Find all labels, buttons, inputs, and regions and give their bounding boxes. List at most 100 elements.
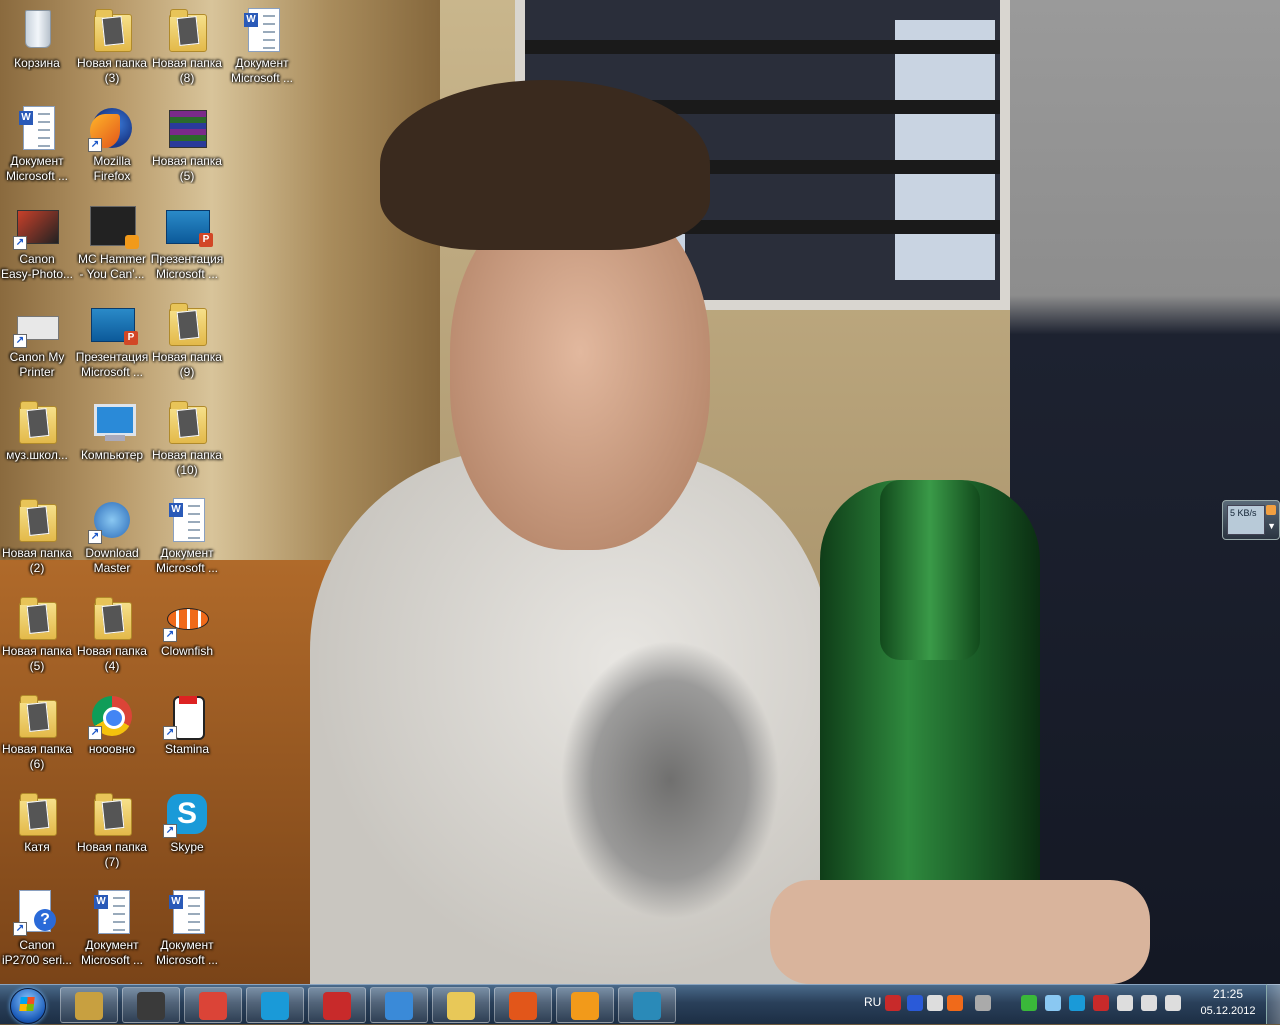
desktop-icon-label: Новая папка (7) bbox=[77, 840, 147, 869]
printer-icon[interactable] bbox=[975, 995, 991, 1011]
usb-icon[interactable] bbox=[927, 995, 943, 1011]
clock-date[interactable]: 05.12.2012 bbox=[1196, 1005, 1260, 1017]
shield-icon[interactable] bbox=[1021, 995, 1037, 1011]
help-document-icon: ↗ bbox=[13, 888, 61, 936]
desktop-icon[interactable]: S ↗ Skype bbox=[150, 784, 224, 880]
language-indicator[interactable]: RU bbox=[864, 995, 881, 1009]
desktop-icon[interactable]: Корзина bbox=[0, 0, 74, 96]
word-document-icon bbox=[163, 888, 211, 936]
display-settings-icon bbox=[137, 992, 165, 1020]
kaspersky-icon[interactable] bbox=[1093, 995, 1109, 1011]
start-button[interactable] bbox=[4, 986, 52, 1024]
computer-icon bbox=[88, 398, 136, 446]
desktop-icon-label: Новая папка (6) bbox=[2, 742, 72, 771]
desktop-icon[interactable]: ↗Canon iP2700 seri... bbox=[0, 882, 74, 978]
taskbar-button-display-settings[interactable] bbox=[122, 987, 180, 1023]
desktop-icon[interactable]: MC Hammer - You Can'... bbox=[75, 196, 149, 292]
show-desktop-button[interactable] bbox=[1266, 984, 1280, 1024]
desktop-icon-label: MC Hammer - You Can'... bbox=[78, 252, 146, 281]
desktop-icon[interactable]: Документ Microsoft ... bbox=[150, 490, 224, 586]
taskbar-button-chrome[interactable] bbox=[184, 987, 242, 1023]
desktop-icon[interactable]: Новая папка (8) bbox=[150, 0, 224, 96]
taskbar-button-paint[interactable] bbox=[432, 987, 490, 1023]
kaspersky-icon bbox=[323, 992, 351, 1020]
desktop-icon[interactable]: Новая папка (2) bbox=[0, 490, 74, 586]
desktop-icon[interactable]: ↗ Stamina bbox=[150, 686, 224, 782]
desktop-icon-label: Canon iP2700 seri... bbox=[1, 938, 73, 967]
taskbar-button-control-panel[interactable] bbox=[370, 987, 428, 1023]
desktop-icon-label: муз.школ... bbox=[6, 448, 68, 462]
taskbar-button-windows-explorer[interactable] bbox=[60, 987, 118, 1023]
chrome-icon bbox=[199, 992, 227, 1020]
network-meter-gadget[interactable]: 5 KB/s ▼ bbox=[1222, 500, 1280, 540]
skype-icon: S ↗ bbox=[163, 790, 211, 838]
clownfish-icon: ↗ bbox=[163, 594, 211, 642]
folder-icon bbox=[13, 692, 61, 740]
network-speed-label: 5 KB/s bbox=[1230, 508, 1257, 518]
desktop-icon-label: Новая папка (4) bbox=[77, 644, 147, 673]
desktop-icon[interactable]: муз.школ... bbox=[0, 392, 74, 488]
folder-icon bbox=[163, 300, 211, 348]
clownfish-icon[interactable] bbox=[947, 995, 963, 1011]
desktop-icon[interactable]: ↗ Canon Easy-Photo... bbox=[0, 196, 74, 292]
desktop-icon[interactable]: Новая папка (9) bbox=[150, 294, 224, 390]
desktop-icon[interactable]: Катя bbox=[0, 784, 74, 880]
desktop-icon[interactable]: Новая папка (5) bbox=[150, 98, 224, 194]
desktop-icon[interactable]: Новая папка (10) bbox=[150, 392, 224, 488]
desktop-icon[interactable]: Презентация Microsoft ... bbox=[150, 196, 224, 292]
taskbar-button-camera-app[interactable] bbox=[618, 987, 676, 1023]
taskbar-button-kaspersky[interactable] bbox=[308, 987, 366, 1023]
wallpaper-hand bbox=[770, 880, 1150, 984]
network-error-icon[interactable] bbox=[1141, 995, 1157, 1011]
desktop-icon[interactable]: Новая папка (7) bbox=[75, 784, 149, 880]
desktop-icon[interactable]: ↗ Download Master bbox=[75, 490, 149, 586]
desktop-icon[interactable]: ↗ Mozilla Firefox bbox=[75, 98, 149, 194]
windows-explorer-icon bbox=[75, 992, 103, 1020]
desktop-icon[interactable]: Новая папка (6) bbox=[0, 686, 74, 782]
desktop-icon-label: Документ Microsoft ... bbox=[230, 56, 293, 85]
windows-logo-icon bbox=[19, 997, 35, 1011]
desktop-icon-label: Презентация Microsoft ... bbox=[150, 252, 224, 281]
help-icon[interactable] bbox=[907, 995, 923, 1011]
recycle-bin-icon bbox=[13, 6, 61, 54]
camera-icon: ↗ bbox=[13, 202, 61, 250]
desktop-icon[interactable]: Документ Microsoft ... bbox=[225, 0, 299, 96]
desktop-icon-label: Новая папка (2) bbox=[2, 546, 72, 575]
desktop-icon[interactable]: Документ Microsoft ... bbox=[150, 882, 224, 978]
wallpaper-standing-person bbox=[1010, 0, 1280, 984]
video-icon bbox=[88, 202, 139, 250]
volume-icon[interactable] bbox=[1117, 995, 1133, 1011]
taskbar-button-media-player[interactable] bbox=[556, 987, 614, 1023]
stamina-icon: ↗ bbox=[163, 692, 211, 740]
taskbar-button-firefox[interactable] bbox=[494, 987, 552, 1023]
word-document-icon bbox=[163, 496, 211, 544]
desktop-icon[interactable]: Документ Microsoft ... bbox=[75, 882, 149, 978]
desktop-icon[interactable]: Новая папка (3) bbox=[75, 0, 149, 96]
gadget-settings-icon[interactable] bbox=[1266, 505, 1276, 515]
desktop-icon[interactable]: Новая папка (4) bbox=[75, 588, 149, 684]
desktop-icon-label: Новая папка (5) bbox=[2, 644, 72, 673]
desktop-icon[interactable]: Компьютер bbox=[75, 392, 149, 488]
desktop-icon-label: Новая папка (8) bbox=[152, 56, 222, 85]
desktop-icon-label: Корзина bbox=[14, 56, 60, 70]
folder-icon bbox=[13, 398, 61, 446]
gadget-dropdown-icon[interactable]: ▼ bbox=[1267, 521, 1276, 531]
desktop-icon-label: Новая папка (3) bbox=[77, 56, 147, 85]
desktop-icon[interactable]: ↗ Canon My Printer bbox=[0, 294, 74, 390]
skype-icon[interactable] bbox=[1069, 995, 1085, 1011]
desktop-icon[interactable]: Документ Microsoft ... bbox=[0, 98, 74, 194]
wallpaper-hair bbox=[380, 80, 710, 250]
desktop-icon-label: Презентация Microsoft ... bbox=[75, 350, 149, 379]
firefox-icon: ↗ bbox=[88, 104, 136, 152]
desktop-icon[interactable]: ↗ нооовно bbox=[75, 686, 149, 782]
clock-time[interactable]: 21:25 bbox=[1205, 987, 1251, 1001]
desktop-icon[interactable]: Новая папка (5) bbox=[0, 588, 74, 684]
network-share-icon[interactable] bbox=[1045, 995, 1061, 1011]
acrobat-icon[interactable] bbox=[885, 995, 901, 1011]
desktop-icon[interactable]: Презентация Microsoft ... bbox=[75, 294, 149, 390]
taskbar-button-skype[interactable] bbox=[246, 987, 304, 1023]
action-center-icon[interactable] bbox=[1165, 995, 1181, 1011]
desktop-icon[interactable]: ↗ Clownfish bbox=[150, 588, 224, 684]
download-master-icon: ↗ bbox=[88, 496, 136, 544]
word-document-icon bbox=[88, 888, 136, 936]
